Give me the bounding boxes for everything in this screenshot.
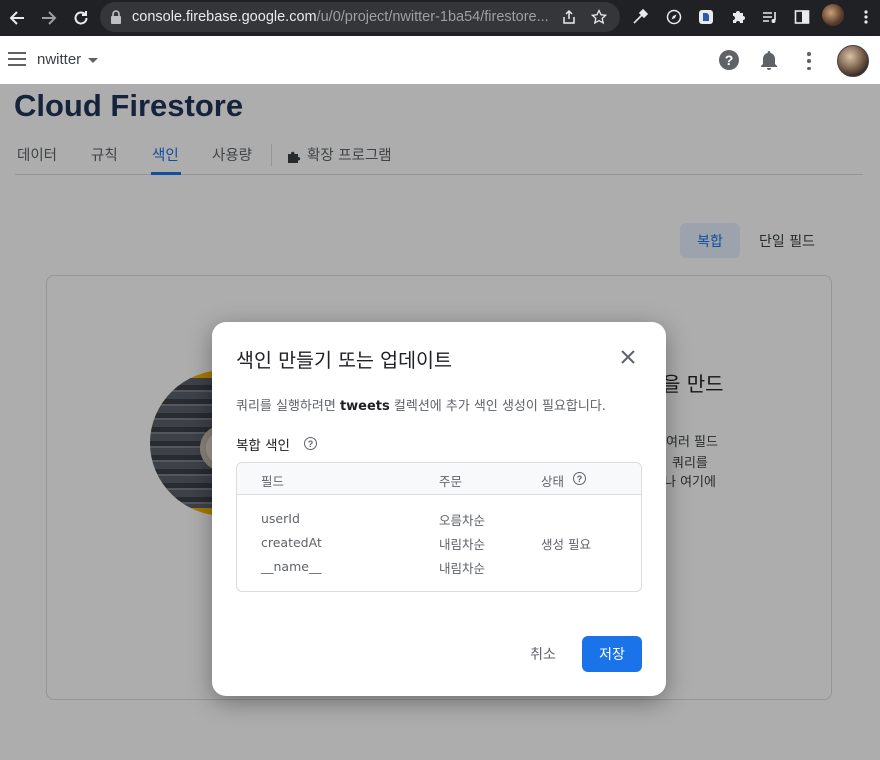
table-cell-status: 생성 필요 <box>541 537 591 552</box>
eyedropper-icon[interactable] <box>630 7 650 27</box>
table-cell-field: __name__ <box>261 559 322 574</box>
forward-icon[interactable] <box>38 7 60 29</box>
table-cell-order: 내림차순 <box>439 561 486 576</box>
index-fields-table: 필드 주문 상태 ? userId 오름차순 createdAt 내림차순 생성… <box>236 462 642 592</box>
table-header: 필드 주문 상태 ? <box>237 463 641 495</box>
column-header-order: 주문 <box>439 474 463 489</box>
user-avatar[interactable] <box>837 45 869 77</box>
chevron-down-icon[interactable] <box>88 58 98 63</box>
sidepanel-icon[interactable] <box>792 7 812 27</box>
browser-menu-icon[interactable] <box>856 7 876 27</box>
menu-icon[interactable] <box>8 52 26 66</box>
save-button[interactable]: 저장 <box>582 636 642 672</box>
more-vert-icon[interactable] <box>805 52 813 70</box>
project-selector[interactable]: nwitter <box>37 51 81 68</box>
compass-icon[interactable] <box>664 7 684 27</box>
dialog-title: 색인 만들기 또는 업데이트 <box>236 349 452 372</box>
section-label: 복합 색인 <box>236 438 290 454</box>
address-bar[interactable]: console.firebase.google.com/u/0/project/… <box>100 2 620 32</box>
table-cell-field: createdAt <box>261 535 322 550</box>
browser-toolbar: console.firebase.google.com/u/0/project/… <box>0 0 880 36</box>
url-text: console.firebase.google.com/u/0/project/… <box>132 9 549 25</box>
reload-icon[interactable] <box>70 7 92 29</box>
table-cell-order: 내림차순 <box>439 537 486 552</box>
bell-icon[interactable] <box>760 50 778 70</box>
back-icon[interactable] <box>6 7 28 29</box>
lock-icon <box>110 10 122 24</box>
star-icon[interactable] <box>590 8 608 26</box>
help-circle-icon[interactable]: ? <box>304 437 317 450</box>
table-cell-order: 오름차순 <box>439 513 486 528</box>
dialog-description: 쿼리를 실행하려면 tweets 컬렉션에 추가 색인 생성이 필요합니다. <box>236 399 606 414</box>
collection-name: tweets <box>339 399 390 414</box>
create-index-dialog: 색인 만들기 또는 업데이트 쿼리를 실행하려면 tweets 컬렉션에 추가 … <box>212 322 666 696</box>
table-cell-field: userId <box>261 511 300 526</box>
help-icon[interactable]: ? <box>719 50 739 70</box>
column-header-status: 상태 <box>541 474 565 489</box>
puzzle-icon[interactable] <box>728 7 748 27</box>
cancel-button[interactable]: 취소 <box>518 640 568 668</box>
media-control-icon[interactable] <box>760 7 780 27</box>
close-icon[interactable] <box>620 349 636 365</box>
column-header-field: 필드 <box>261 474 285 489</box>
extension-badge-icon[interactable] <box>696 7 716 27</box>
share-icon[interactable] <box>560 8 578 26</box>
profile-avatar[interactable] <box>822 4 844 26</box>
help-circle-icon[interactable]: ? <box>573 472 586 485</box>
